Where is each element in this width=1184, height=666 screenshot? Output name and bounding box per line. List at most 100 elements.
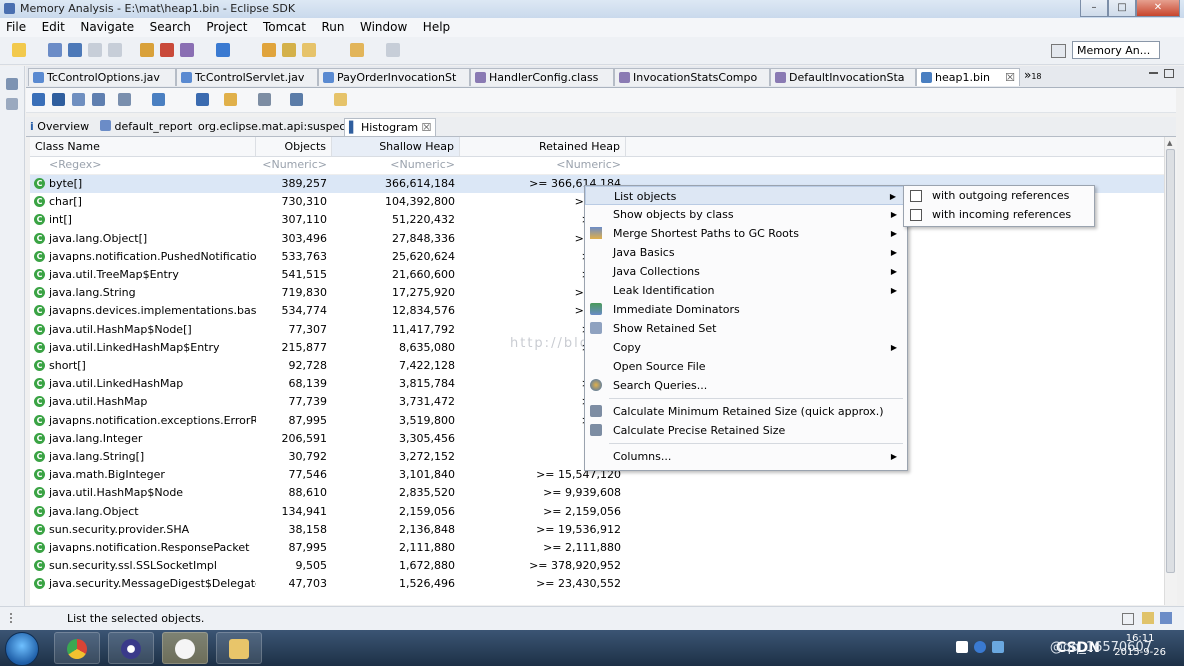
tab-defaultinvocationsta[interactable]: DefaultInvocationSta [770,68,916,86]
menu-tomcat[interactable]: Tomcat [257,18,312,34]
table-row[interactable]: Cjava.lang.Object 134,941 2,159,056 >= 2,15… [30,503,1164,521]
calculate-retained-icon[interactable] [258,93,271,106]
close-button[interactable]: ✕ [1136,0,1180,17]
table-row[interactable]: Csun.security.ssl.SSLSocketImpl 9,505 1,67… [30,557,1164,575]
folder-icon[interactable] [282,43,296,57]
tab-tccontrolservlet[interactable]: TcControlServlet.jav [176,68,318,86]
heap-status-icon[interactable] [1160,612,1172,624]
pin-icon[interactable] [334,93,347,106]
run-tomcat-icon[interactable] [180,43,194,57]
menu-item-calc-min-retained[interactable]: Calculate Minimum Retained Size (quick a… [585,402,905,421]
dominator-tree-icon[interactable] [72,93,85,106]
scroll-thumb[interactable] [1166,149,1175,573]
column-class-name[interactable]: Class Name [30,137,256,156]
tray-icon[interactable] [956,641,968,653]
menu-run[interactable]: Run [315,18,350,34]
wand-icon[interactable] [302,43,316,57]
menu-item-outgoing-references[interactable]: with outgoing references [904,186,1092,205]
menu-item-copy[interactable]: Copy ▶ [585,338,905,357]
menu-item-columns[interactable]: Columns... ▶ [585,447,905,466]
objects-filter-input[interactable]: <Numeric> [256,156,332,174]
perspective-memory-analysis[interactable]: Memory An... [1072,41,1160,59]
close-tab-icon[interactable]: ☒ [422,121,432,134]
find-object-icon[interactable] [196,93,209,106]
menu-item-calc-precise-retained[interactable]: Calculate Precise Retained Size [585,421,905,440]
taskbar-chrome[interactable] [54,632,100,664]
debug-icon[interactable] [140,43,154,57]
maximize-editor-icon[interactable] [1164,69,1174,78]
menu-item-java-collections[interactable]: Java Collections ▶ [585,262,905,281]
taskbar-qq[interactable] [162,632,208,664]
info-icon[interactable] [32,93,45,106]
tab-tccontroloptions[interactable]: TcControlOptions.jav [28,68,176,86]
minimize-button[interactable]: – [1080,0,1108,17]
minimize-editor-icon[interactable] [1149,72,1158,74]
menu-item-merge-shortest-paths[interactable]: Merge Shortest Paths to GC Roots ▶ [585,224,905,243]
tab-invocationstatscompo[interactable]: InvocationStatsCompo [614,68,770,86]
menu-window[interactable]: Window [354,18,413,34]
clock[interactable]: 16:11 2015-9-26 [1114,632,1166,660]
menu-item-show-retained-set[interactable]: Show Retained Set [585,319,905,338]
windows-start-icon[interactable] [5,632,39,666]
menu-file[interactable]: File [0,18,32,34]
open-perspective-icon[interactable] [1051,44,1066,58]
regex-filter-input[interactable]: <Regex> [44,156,256,174]
tab-histogram[interactable]: ▌ Histogram ☒ [344,118,436,136]
forward-icon[interactable] [386,43,400,57]
tab-handlerconfig[interactable]: HandlerConfig.class [470,68,614,86]
menu-help[interactable]: Help [417,18,456,34]
oql-icon[interactable] [92,93,105,106]
menu-item-leak-identification[interactable]: Leak Identification ▶ [585,281,905,300]
network-icon[interactable] [992,641,1004,653]
help-icon[interactable] [974,641,986,653]
query-browser-icon[interactable] [152,93,165,106]
inspector-icon[interactable] [6,98,18,110]
restore-view-icon[interactable] [6,78,18,90]
column-retained-heap[interactable]: Retained Heap [460,137,626,156]
menu-navigate[interactable]: Navigate [74,18,140,34]
histogram-icon[interactable] [52,93,65,106]
tab-suspects[interactable]: org.eclipse.mat.api:suspects [198,118,355,136]
back-icon[interactable] [350,43,364,57]
table-row[interactable]: Cjava.security.MessageDigest$Delegate 47,… [30,575,1164,593]
taskbar-explorer[interactable] [216,632,262,664]
export-icon[interactable] [290,93,303,106]
table-row[interactable]: Csun.security.provider.SHA 38,158 2,136,84… [30,521,1164,539]
menu-item-incoming-references[interactable]: with incoming references [904,205,1092,224]
package-icon[interactable] [262,43,276,57]
thread-overview-icon[interactable] [118,93,131,106]
maximize-button[interactable]: □ [1108,0,1136,17]
retained-filter-input[interactable]: <Numeric> [460,156,626,174]
menu-item-immediate-dominators[interactable]: Immediate Dominators [585,300,905,319]
taskbar-eclipse[interactable] [108,632,154,664]
shallow-filter-input[interactable]: <Numeric> [332,156,460,174]
table-row[interactable]: Cjavapns.notification.ResponsePacket 87,9… [30,539,1164,557]
table-row[interactable]: Cjava.util.HashMap$Node 88,610 2,835,520 >=… [30,484,1164,502]
print-icon[interactable] [108,43,122,57]
menu-item-java-basics[interactable]: Java Basics ▶ [585,243,905,262]
search-icon[interactable] [216,43,230,57]
menu-item-open-source-file[interactable]: Open Source File [585,357,905,376]
menu-item-search-queries[interactable]: Search Queries... [585,376,905,395]
tab-heap1-bin[interactable]: heap1.bin ☒ [916,68,1020,86]
menu-search[interactable]: Search [144,18,197,34]
tab-overflow[interactable]: »18 [1024,68,1042,82]
close-tab-icon[interactable]: ☒ [1005,69,1015,86]
acquire-heap-icon[interactable] [68,43,82,57]
tab-payorderinvocation[interactable]: PayOrderInvocationSt [318,68,470,86]
column-objects[interactable]: Objects [256,137,332,156]
menu-item-list-objects[interactable]: List objects ▶ [585,186,905,205]
trim-icon[interactable] [1122,613,1134,625]
tab-overview[interactable]: i Overview [30,118,89,136]
stop-icon[interactable] [160,43,174,57]
tab-default-report[interactable]: default_report [100,118,192,136]
scroll-up-icon[interactable]: ▲ [1167,139,1172,147]
notes-icon[interactable] [1142,612,1154,624]
group-by-icon[interactable] [224,93,237,106]
column-shallow-heap[interactable]: Shallow Heap [332,137,460,156]
menu-item-show-objects-by-class[interactable]: Show objects by class ▶ [585,205,905,224]
menu-edit[interactable]: Edit [36,18,71,34]
open-heap-icon[interactable] [48,43,62,57]
menu-project[interactable]: Project [200,18,253,34]
save-icon[interactable] [88,43,102,57]
